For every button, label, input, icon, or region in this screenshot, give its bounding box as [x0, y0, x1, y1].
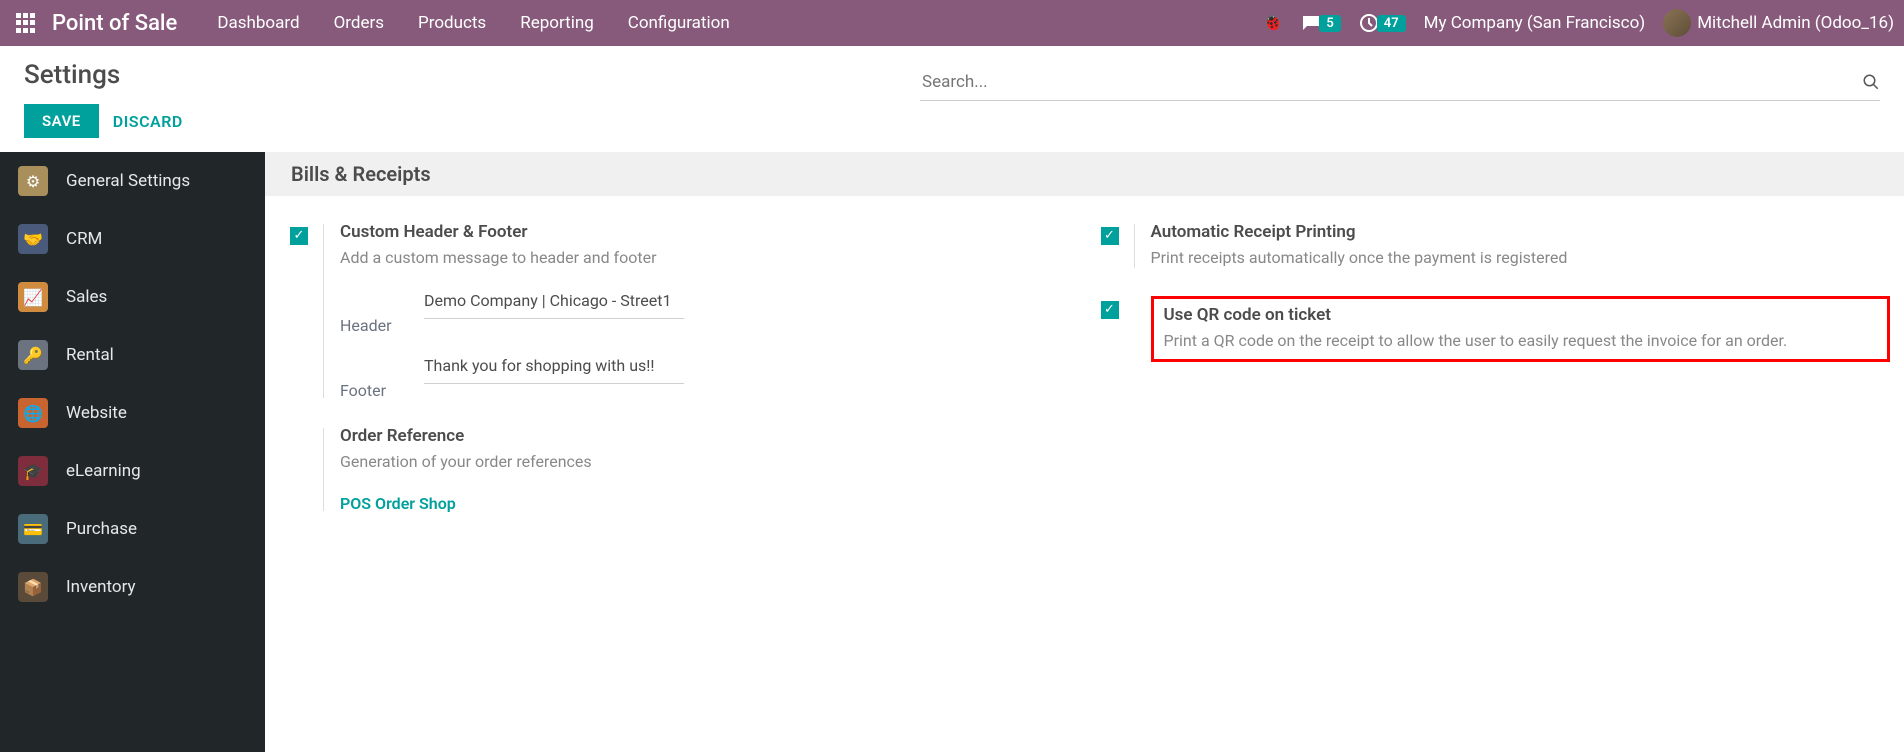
sidebar-item-label: Sales: [66, 287, 107, 307]
sidebar-item-label: Inventory: [66, 577, 136, 597]
header-label: Header: [340, 288, 424, 335]
sidebar-item-purchase[interactable]: 💳 Purchase: [0, 500, 265, 558]
setting-order-reference: Order Reference Generation of your order…: [279, 426, 1080, 513]
messages-count: 5: [1319, 15, 1340, 32]
control-panel: Settings SAVE DISCARD: [0, 46, 1904, 152]
user-menu[interactable]: Mitchell Admin (Odoo_16): [1663, 9, 1894, 37]
top-navbar: Point of Sale Dashboard Orders Products …: [0, 0, 1904, 46]
sidebar-item-website[interactable]: 🌐 Website: [0, 384, 265, 442]
setting-title: Use QR code on ticket: [1164, 305, 1878, 325]
menu-dashboard[interactable]: Dashboard: [217, 13, 299, 33]
setting-desc: Add a custom message to header and foote…: [340, 246, 1060, 270]
menu-orders[interactable]: Orders: [334, 13, 384, 33]
header-field[interactable]: Demo Company | Chicago - Street1: [424, 288, 684, 319]
sidebar-item-label: Rental: [66, 345, 114, 365]
bug-icon[interactable]: 🐞: [1262, 13, 1283, 33]
footer-field[interactable]: Thank you for shopping with us!!: [424, 353, 684, 384]
settings-content: Bills & Receipts ✓ Custom Header & Foote…: [265, 152, 1904, 752]
activities-count: 47: [1377, 15, 1406, 32]
setting-custom-header-footer: ✓ Custom Header & Footer Add a custom me…: [279, 222, 1080, 400]
sidebar-item-label: CRM: [66, 229, 102, 249]
pos-order-link[interactable]: POS Order Shop: [340, 494, 456, 513]
globe-icon: 🌐: [18, 398, 48, 428]
search-input[interactable]: [920, 68, 1862, 96]
sidebar-item-label: Website: [66, 403, 127, 423]
setting-desc: Print receipts automatically once the pa…: [1151, 246, 1871, 270]
checkbox-qr-code[interactable]: ✓: [1101, 301, 1119, 319]
clock-icon: [1359, 13, 1379, 33]
card-icon: 💳: [18, 514, 48, 544]
setting-qr-code: ✓ Use QR code on ticket Print a QR code …: [1090, 296, 1891, 362]
menu-products[interactable]: Products: [418, 13, 486, 33]
setting-auto-receipt: ✓ Automatic Receipt Printing Print recei…: [1090, 222, 1891, 270]
page-title: Settings: [24, 60, 183, 90]
setting-desc: Print a QR code on the receipt to allow …: [1164, 329, 1878, 353]
key-icon: 🔑: [18, 340, 48, 370]
setting-title: Automatic Receipt Printing: [1151, 222, 1871, 242]
sidebar-item-crm[interactable]: 🤝 CRM: [0, 210, 265, 268]
messages-button[interactable]: 5: [1301, 14, 1340, 32]
setting-desc: Generation of your order references: [340, 450, 1060, 474]
setting-title: Order Reference: [340, 426, 1060, 446]
gear-icon: ⚙: [18, 166, 48, 196]
setting-title: Custom Header & Footer: [340, 222, 1060, 242]
app-brand[interactable]: Point of Sale: [52, 11, 177, 36]
company-selector[interactable]: My Company (San Francisco): [1424, 13, 1646, 33]
user-name: Mitchell Admin (Odoo_16): [1697, 13, 1894, 33]
chart-icon: 📈: [18, 282, 48, 312]
checkbox-auto-receipt[interactable]: ✓: [1101, 227, 1119, 245]
menu-configuration[interactable]: Configuration: [628, 13, 730, 33]
menu-reporting[interactable]: Reporting: [520, 13, 594, 33]
handshake-icon: 🤝: [18, 224, 48, 254]
sidebar-item-elearn[interactable]: 🎓 eLearning: [0, 442, 265, 500]
discard-button[interactable]: DISCARD: [113, 112, 183, 131]
sidebar-item-inventory[interactable]: 📦 Inventory: [0, 558, 265, 616]
settings-sidebar: ⚙ General Settings 🤝 CRM 📈 Sales 🔑 Rental 🌐 W…: [0, 152, 265, 752]
sidebar-item-label: Purchase: [66, 519, 137, 539]
checkbox-custom-hf[interactable]: ✓: [290, 227, 308, 245]
search-icon[interactable]: [1862, 73, 1880, 91]
box-icon: 📦: [18, 572, 48, 602]
chat-icon: [1301, 14, 1321, 32]
graduation-icon: 🎓: [18, 456, 48, 486]
section-title: Bills & Receipts: [265, 152, 1904, 196]
sidebar-item-label: General Settings: [66, 171, 190, 191]
save-button[interactable]: SAVE: [24, 104, 99, 138]
sidebar-item-label: eLearning: [66, 461, 141, 481]
avatar: [1663, 9, 1691, 37]
search-bar: [920, 64, 1880, 101]
sidebar-item-rental[interactable]: 🔑 Rental: [0, 326, 265, 384]
footer-label: Footer: [340, 353, 424, 400]
activities-button[interactable]: 47: [1359, 13, 1406, 33]
top-menu: Dashboard Orders Products Reporting Conf…: [217, 13, 729, 33]
sidebar-item-sales[interactable]: 📈 Sales: [0, 268, 265, 326]
sidebar-item-general[interactable]: ⚙ General Settings: [0, 152, 265, 210]
apps-icon[interactable]: [14, 11, 38, 35]
